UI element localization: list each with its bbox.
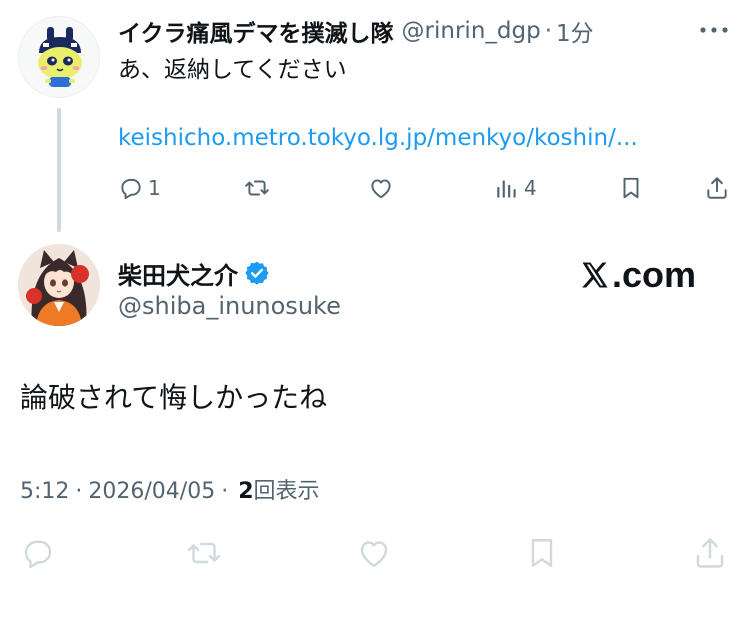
verified-badge-icon bbox=[245, 261, 269, 285]
anime-girl-avatar-icon bbox=[18, 244, 100, 326]
share-icon bbox=[707, 177, 727, 199]
retweet-icon bbox=[187, 542, 221, 564]
main-action-bar bbox=[0, 533, 750, 573]
reply-views-button[interactable]: 4 bbox=[494, 172, 537, 204]
tweet-views-label: 回表示 bbox=[253, 479, 320, 504]
main-name-row: 柴田犬之介 bbox=[118, 256, 270, 290]
main-bookmark-button[interactable] bbox=[524, 533, 560, 573]
reply-share-button[interactable] bbox=[704, 172, 730, 204]
main-avatar[interactable] bbox=[18, 244, 100, 326]
tamagotchi-character-avatar-icon bbox=[38, 27, 82, 87]
main-share-button[interactable] bbox=[692, 533, 728, 573]
tweet-meta-line: 5:12 · 2026/04/05 · 2 回表示 bbox=[20, 473, 320, 505]
reply-count: 1 bbox=[148, 176, 161, 200]
reply-text: あ、返納してください bbox=[118, 57, 347, 83]
views-icon bbox=[497, 180, 516, 198]
tweet-time[interactable]: 5:12 bbox=[20, 479, 69, 504]
views-count: 4 bbox=[524, 176, 537, 200]
main-handle[interactable]: @shiba_inunosuke bbox=[118, 292, 341, 320]
share-icon bbox=[696, 538, 724, 568]
thread-connector-line bbox=[57, 108, 61, 232]
tweet-date[interactable]: 2026/04/05 bbox=[88, 479, 215, 504]
reply-header: イクラ痛風デマを撲滅し隊 @rinrin_dgp · 1分 bbox=[118, 14, 594, 48]
reply-bookmark-button[interactable] bbox=[618, 172, 644, 204]
x-watermark: .com bbox=[580, 254, 697, 295]
heart-icon bbox=[371, 179, 391, 199]
main-like-button[interactable] bbox=[356, 533, 392, 573]
reply-reply-button[interactable]: 1 bbox=[118, 172, 161, 204]
reply-link[interactable]: keishicho.metro.tokyo.lg.jp/menkyo/koshi… bbox=[118, 122, 638, 154]
tweet-views-count: 2 bbox=[238, 479, 254, 504]
reply-separator: · bbox=[544, 18, 553, 44]
bookmark-icon bbox=[531, 539, 553, 567]
reply-retweet-button[interactable] bbox=[244, 172, 274, 204]
meta-separator-1: · bbox=[75, 479, 83, 504]
reply-display-name[interactable]: イクラ痛風デマを撲滅し隊 bbox=[118, 14, 394, 48]
reply-avatar[interactable] bbox=[18, 16, 100, 98]
main-reply-button[interactable] bbox=[20, 533, 56, 573]
reply-handle[interactable]: @rinrin_dgp bbox=[402, 18, 541, 44]
main-retweet-button[interactable] bbox=[186, 533, 222, 573]
main-display-name[interactable]: 柴田犬之介 bbox=[118, 256, 238, 291]
heart-icon bbox=[360, 541, 388, 567]
x-logo-icon bbox=[582, 262, 608, 288]
watermark-domain-text: .com bbox=[612, 254, 697, 295]
more-horizontal-icon[interactable] bbox=[698, 20, 730, 40]
reply-action-bar: 1 4 bbox=[0, 172, 750, 204]
reply-icon bbox=[24, 540, 52, 569]
reply-icon bbox=[121, 178, 141, 200]
reply-like-button[interactable] bbox=[368, 172, 398, 204]
retweet-icon bbox=[245, 180, 269, 196]
reply-timestamp[interactable]: 1分 bbox=[556, 14, 594, 48]
bookmark-icon bbox=[623, 177, 639, 199]
meta-separator-2: · bbox=[221, 479, 229, 504]
main-tweet-text: 論破されて悔しかったね bbox=[20, 381, 328, 414]
